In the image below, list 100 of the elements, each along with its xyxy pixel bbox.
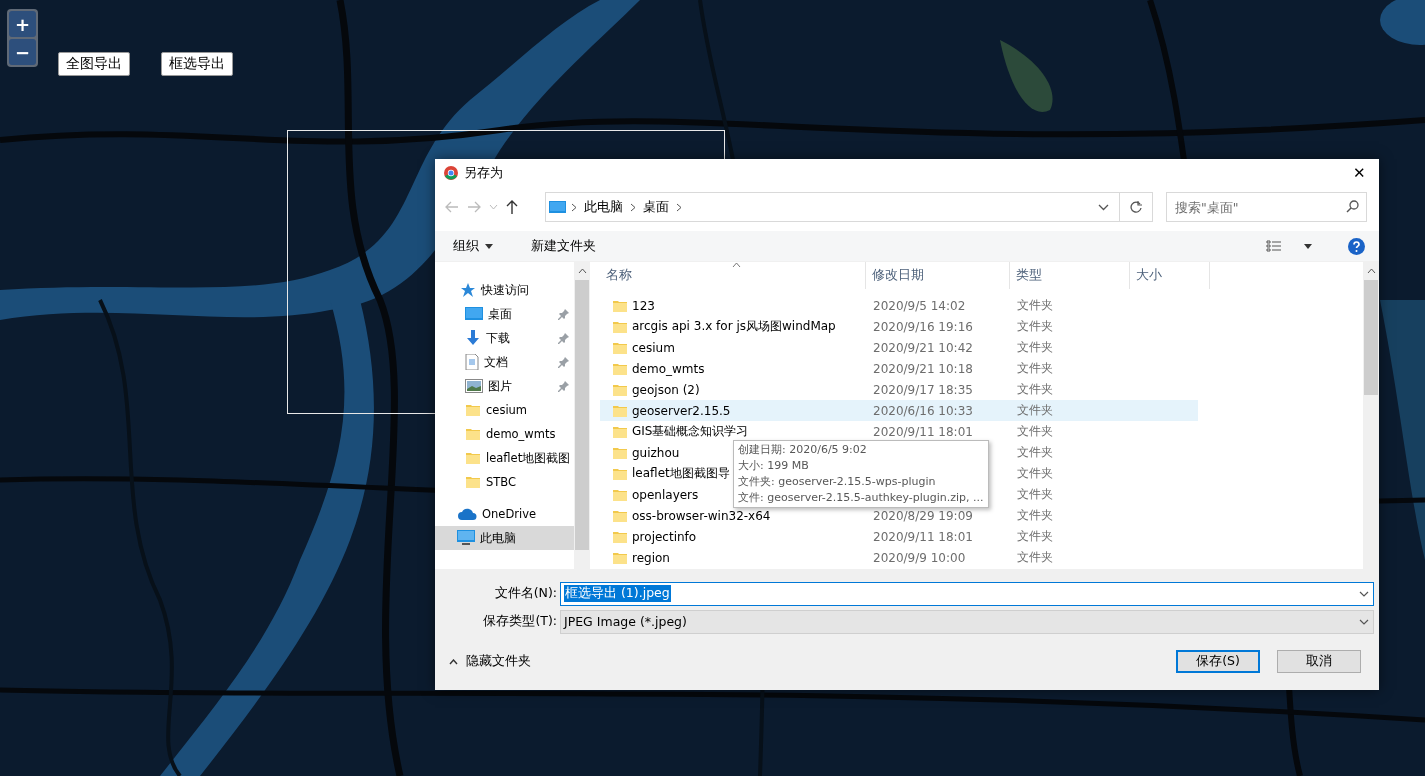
nav-item[interactable]: 图片 xyxy=(435,374,574,398)
address-bar[interactable]: 此电脑 桌面 xyxy=(545,192,1120,222)
file-name[interactable]: GIS基础概念知识学习 xyxy=(632,423,749,440)
column-header[interactable]: 名称 xyxy=(600,262,866,289)
file-name[interactable]: demo_wmts xyxy=(632,361,705,376)
nav-label: demo_wmts xyxy=(486,427,556,441)
file-name[interactable]: arcgis api 3.x for js风场图windMap xyxy=(632,318,836,335)
file-name[interactable]: openlayers xyxy=(632,487,699,502)
caret-icon[interactable] xyxy=(1304,243,1312,249)
sort-caret-icon xyxy=(732,262,741,267)
nav-item[interactable]: demo_wmts xyxy=(435,422,574,446)
date-cell: 2020/9/21 10:18 xyxy=(873,361,973,376)
desktop-icon xyxy=(465,307,483,321)
search-field[interactable]: 搜索"桌面" xyxy=(1166,192,1367,222)
nav-label: 桌面 xyxy=(488,306,512,322)
type-cell: 文件夹 xyxy=(1017,445,1053,459)
type-cell: 文件夹 xyxy=(1017,340,1053,354)
nav-item[interactable]: OneDrive xyxy=(435,502,574,526)
nav-item[interactable]: 此电脑 xyxy=(435,526,574,550)
file-name[interactable]: 123 xyxy=(632,298,655,313)
computer-icon xyxy=(549,200,566,214)
nav-label: cesium xyxy=(486,403,528,417)
dialog-button[interactable]: 保存(S) xyxy=(1176,650,1260,673)
date-cell: 2020/9/5 14:02 xyxy=(873,298,966,313)
nav-label: leaflet地图截图 xyxy=(486,450,571,466)
type-cell: 文件夹 xyxy=(1017,466,1053,480)
close-button[interactable]: ✕ xyxy=(1339,159,1379,187)
date-cell: 2020/9/16 19:16 xyxy=(873,319,973,334)
scrollbar[interactable] xyxy=(1363,262,1379,569)
file-name[interactable]: geojson (2) xyxy=(632,382,700,397)
nav-item[interactable]: leaflet地图截图 xyxy=(435,446,574,470)
file-name[interactable]: geoserver2.15.5 xyxy=(632,403,731,418)
nav-label: 此电脑 xyxy=(480,530,516,546)
nav-item[interactable]: 文档 xyxy=(435,350,574,374)
tooltip-line: 创建日期: 2020/6/5 9:02 xyxy=(738,442,868,458)
nav-label: 图片 xyxy=(488,378,512,394)
tooltip-line: 文件: geoserver-2.15.5-authkey-plugin.zip, ... xyxy=(738,490,984,506)
selected-file-row[interactable]: geoserver2.15.5 2020/6/16 10:33 文件夹 xyxy=(600,400,1198,421)
refresh-icon[interactable] xyxy=(1130,201,1142,213)
export-button[interactable]: 框选导出 xyxy=(161,52,233,76)
nav-label: STBC xyxy=(486,475,517,489)
column-header[interactable]: 修改日期 xyxy=(866,262,1010,289)
type-cell: 文件夹 xyxy=(1017,361,1053,375)
zoom-out-button[interactable]: − xyxy=(9,39,36,65)
picture-icon xyxy=(465,379,483,393)
dropdown-caret-icon xyxy=(1359,590,1369,597)
filename-label: 文件名(N): xyxy=(493,585,558,602)
file-type-dropdown[interactable]: JPEG Image (*.jpeg) xyxy=(560,609,1374,634)
type-cell: 文件夹 xyxy=(1017,550,1053,564)
type-cell: 文件夹 xyxy=(1017,487,1053,501)
nav-item[interactable]: STBC xyxy=(435,470,574,494)
nav-label: 文档 xyxy=(484,354,508,370)
browser-logo-icon xyxy=(444,166,458,180)
tooltip-line: 大小: 199 MB xyxy=(738,458,810,474)
organize-menu[interactable]: 组织 xyxy=(445,234,501,258)
file-name[interactable]: projectinfo xyxy=(632,529,697,544)
view-options-icon[interactable] xyxy=(1266,240,1282,252)
computer-icon xyxy=(457,530,475,546)
nav-label: 快速访问 xyxy=(481,282,529,298)
scroll-up-icon[interactable] xyxy=(1366,268,1376,274)
folder-icon xyxy=(465,450,481,466)
zoom-in-button[interactable]: + xyxy=(9,11,36,37)
breadcrumb-item[interactable]: 此电脑 xyxy=(582,198,625,216)
help-icon[interactable] xyxy=(1348,237,1365,255)
scrollbar[interactable] xyxy=(574,262,590,569)
nav-item[interactable]: cesium xyxy=(435,398,574,422)
nav-item[interactable]: 快速访问 xyxy=(435,278,574,302)
column-header[interactable]: 大小 xyxy=(1130,262,1210,289)
download-icon xyxy=(465,330,481,346)
chevron-up-icon xyxy=(449,658,458,665)
nav-item[interactable]: 下载 xyxy=(435,326,574,350)
hide-folders-toggle[interactable]: 隐藏文件夹 xyxy=(447,651,533,672)
up-arrow-icon[interactable] xyxy=(506,200,518,214)
new-folder-button[interactable]: 新建文件夹 xyxy=(523,234,604,258)
dropdown-caret-icon[interactable] xyxy=(1098,203,1109,211)
dialog-button[interactable]: 取消 xyxy=(1277,650,1361,673)
scroll-up-icon[interactable] xyxy=(577,268,587,274)
date-cell: 2020/6/16 10:33 xyxy=(873,403,973,418)
cloud-icon xyxy=(457,507,477,521)
file-name[interactable]: guizhou xyxy=(632,445,680,460)
file-name[interactable]: oss-browser-win32-x64 xyxy=(632,508,771,523)
nav-item[interactable]: 桌面 xyxy=(435,302,574,326)
filename-field[interactable]: 框选导出 (1).jpeg xyxy=(560,581,1374,606)
search-icon[interactable] xyxy=(1346,200,1359,213)
chevron-icon xyxy=(571,202,577,212)
date-cell: 2020/9/9 10:00 xyxy=(873,550,966,565)
type-cell: 文件夹 xyxy=(1017,529,1053,543)
type-cell: 文件夹 xyxy=(1017,298,1053,312)
folder-icon xyxy=(465,426,481,442)
breadcrumb-item[interactable]: 桌面 xyxy=(641,198,671,216)
type-cell: 文件夹 xyxy=(1017,319,1053,333)
type-cell: 文件夹 xyxy=(1017,424,1053,438)
column-header[interactable]: 类型 xyxy=(1010,262,1130,289)
caret-icon xyxy=(485,243,493,249)
nav-label: OneDrive xyxy=(482,507,537,521)
file-name[interactable]: leaflet地图截图导 xyxy=(632,465,730,482)
export-button[interactable]: 全图导出 xyxy=(58,52,130,76)
file-name[interactable]: cesium xyxy=(632,340,675,355)
tooltip-line: 文件夹: geoserver-2.15.5-wps-plugin xyxy=(738,474,937,490)
file-name[interactable]: region xyxy=(632,550,670,565)
